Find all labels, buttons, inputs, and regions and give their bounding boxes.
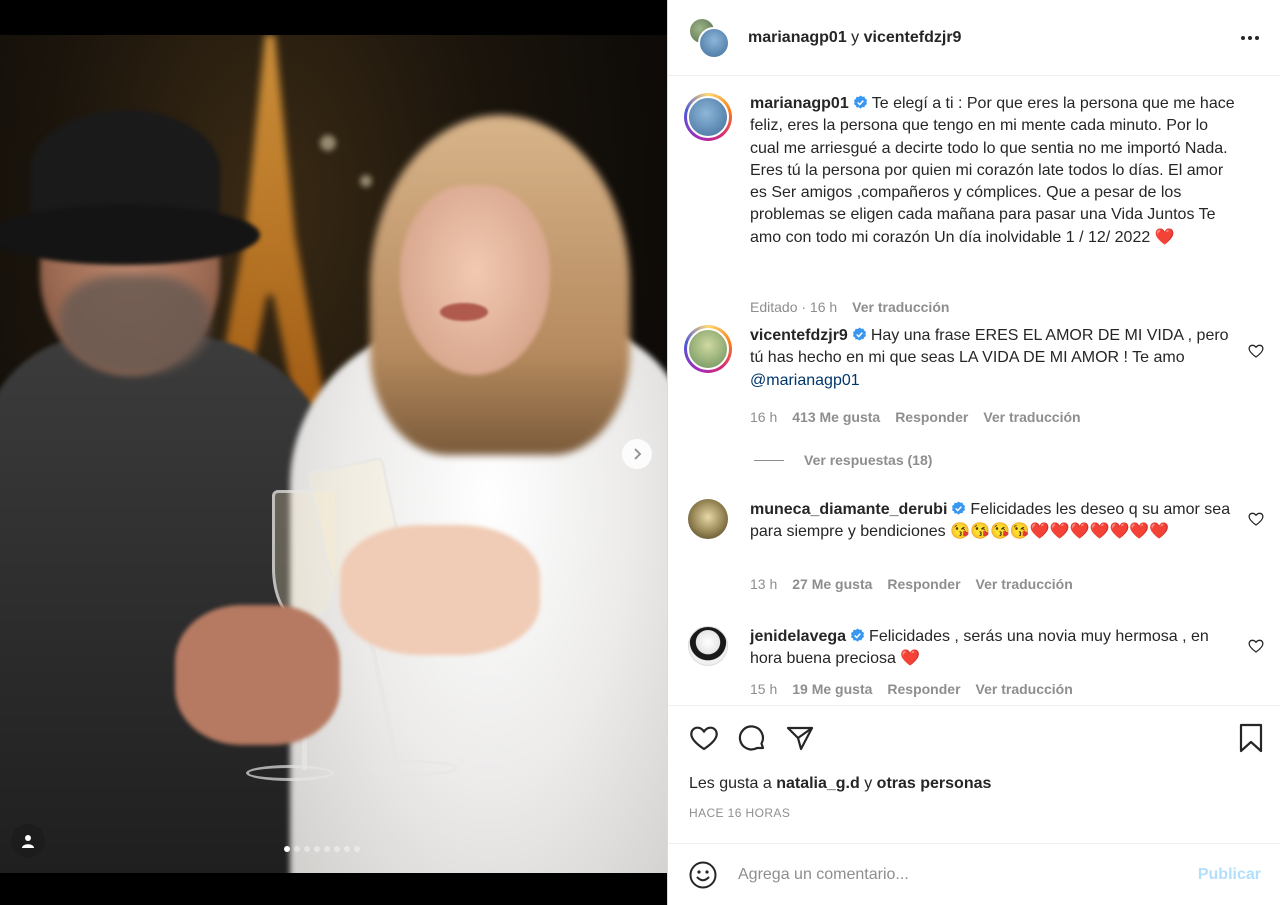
comment-meta: 15 h 19 Me gusta Responder Ver traducció… [750,681,1073,697]
post-photo[interactable] [0,35,667,873]
carousel-dot [314,846,320,852]
view-replies-button[interactable]: Ver respuestas (18) [804,452,932,468]
mention-link[interactable]: @marianagp01 [750,372,860,389]
verified-badge-icon [851,628,865,642]
username-link[interactable]: vicentefdzjr9 [864,29,962,46]
bokeh-light [320,135,336,151]
caption-text-block: marianagp01 Te elegí a ti : Por que eres … [750,93,1240,249]
share-send-icon[interactable] [784,722,816,754]
caption-username[interactable]: marianagp01 [750,95,849,112]
carousel-dot [284,846,290,852]
avatar[interactable] [688,499,728,539]
comment-bubble-icon[interactable] [736,722,768,754]
comment-text-block: vicentefdzjr9 Hay una frase ERES EL AMOR … [750,325,1240,392]
verified-badge-icon [852,327,866,341]
comment-username[interactable]: jenidelavega [750,628,846,645]
woman-face [400,185,550,375]
like-heart-icon[interactable] [688,722,720,754]
comment-time: 13 h [750,576,778,592]
likes-summary: Les gusta a natalia_g.d y otras personas [689,775,991,793]
more-options-button[interactable] [1240,28,1260,54]
like-comment-heart-icon[interactable] [1248,638,1264,654]
carousel-dot [294,846,300,852]
comment-time: 16 h [750,409,778,425]
post-header: marianagp01 y vicentefdzjr9 [668,0,1280,76]
post-timestamp[interactable]: HACE 16 HORAS [689,806,790,820]
comment-username[interactable]: muneca_diamante_derubi [750,501,947,518]
reply-button[interactable]: Responder [887,681,960,697]
comment-time: 15 h [750,681,778,697]
caption-text: Te elegí a ti : Por que eres la persona … [750,95,1235,246]
verified-badge-icon [853,95,867,109]
other-likers-link[interactable]: otras personas [877,775,992,792]
avatar[interactable] [688,626,728,666]
avatar[interactable] [684,93,732,141]
translate-link[interactable]: Ver traducción [983,409,1080,425]
comment-meta: 16 h 413 Me gusta Responder Ver traducci… [750,409,1081,425]
publish-button[interactable]: Publicar [1198,866,1261,884]
man-hand [175,605,340,745]
carousel-dot [304,846,310,852]
carousel-dot [324,846,330,852]
translate-link[interactable]: Ver traducción [852,299,949,315]
woman-hand [340,525,540,655]
edited-timestamp: Editado · 16 h [750,299,838,315]
save-bookmark-icon[interactable] [1235,722,1267,754]
reply-button[interactable]: Responder [887,576,960,592]
like-comment-heart-icon[interactable] [1248,511,1264,527]
collab-avatars[interactable] [688,16,730,59]
translate-link[interactable]: Ver traducción [976,576,1073,592]
carousel-indicator [284,846,360,852]
likes-connector: y [864,775,873,792]
likes-prefix: Les gusta a [689,775,772,792]
username-link[interactable]: marianagp01 [748,29,847,46]
bokeh-light [360,175,372,187]
comment-meta: 13 h 27 Me gusta Responder Ver traducció… [750,576,1073,592]
avatar[interactable] [684,325,732,373]
user-icon [22,835,34,848]
carousel-dot [334,846,340,852]
hat-brim [0,205,260,265]
like-comment-heart-icon[interactable] [1248,343,1264,359]
comment-input[interactable] [738,865,1198,884]
liker-username[interactable]: natalia_g.d [776,775,860,792]
carousel-dot [344,846,350,852]
man-beard [60,275,210,375]
carousel-dot [354,846,360,852]
comment-text-block: muneca_diamante_derubi Felicidades les de… [750,499,1240,544]
action-buttons [688,722,1267,754]
comment-likes[interactable]: 413 Me gusta [792,409,880,425]
comment-likes[interactable]: 19 Me gusta [792,681,872,697]
collab-usernames: marianagp01 y vicentefdzjr9 [748,29,961,47]
tagged-users-button[interactable] [11,824,45,858]
woman-lips [440,303,488,321]
comment-text-block: jenidelavega Felicidades , serás una novi… [750,626,1240,671]
next-slide-button[interactable] [622,439,652,469]
comments-list[interactable]: marianagp01 Te elegí a ti : Por que eres … [668,77,1280,705]
glass-base [370,760,458,776]
more-horizontal-icon [1241,36,1259,40]
reply-button[interactable]: Responder [895,409,968,425]
replies-divider [754,459,784,461]
comment-likes[interactable]: 27 Me gusta [792,576,872,592]
post-details-panel: marianagp01 y vicentefdzjr9 marianagp01 T… [667,0,1280,905]
avatar [698,26,730,59]
emoji-smiley-icon[interactable] [688,860,718,890]
connector-text: y [851,28,860,46]
add-comment-form: Publicar [668,843,1280,905]
verified-badge-icon [952,501,966,515]
comment-username[interactable]: vicentefdzjr9 [750,327,848,344]
post-media[interactable] [0,0,667,905]
chevron-right-icon [634,448,642,460]
translate-link[interactable]: Ver traducción [976,681,1073,697]
glass-base [246,765,334,781]
caption-meta: Editado · 16 h Ver traducción [750,299,949,315]
post-actions-section: Les gusta a natalia_g.d y otras personas… [668,705,1280,843]
